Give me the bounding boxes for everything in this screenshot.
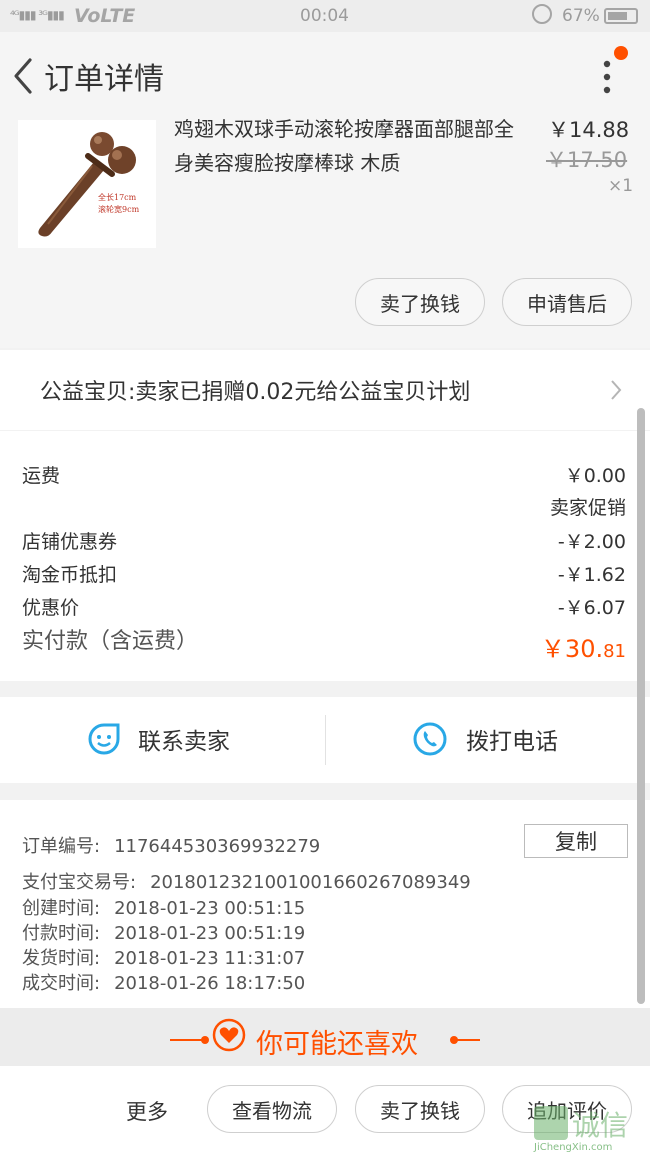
- fee-value: -￥2.00: [557, 531, 626, 553]
- alipay-number-row: 支付宝交易号: 2018012321001001660267089349: [22, 868, 471, 894]
- scrollbar[interactable]: [637, 408, 645, 1004]
- fee-row-shipping: 运费 ￥0.00: [22, 461, 626, 488]
- page-title: 订单详情: [44, 62, 164, 97]
- more-options-icon[interactable]: [596, 58, 618, 98]
- total-cents: 81: [603, 641, 626, 662]
- notification-dot: [614, 46, 628, 60]
- info-label: 成交时间:: [22, 973, 101, 994]
- fee-breakdown: 运费 ￥0.00 卖家促销 店铺优惠券 -￥2.00 淘金币抵扣 -￥1.62 …: [0, 431, 650, 681]
- fee-label: 运费: [22, 465, 61, 487]
- status-bar: ⁴ᴳ▮▮▮ ³ᴳ▮▮▮ VoLTE 00:04 67%: [0, 0, 650, 32]
- info-value: 2018-01-23 00:51:15: [114, 898, 306, 919]
- info-value: 117644530369932279: [114, 836, 321, 857]
- fee-label: 优惠价: [22, 597, 80, 619]
- rotation-lock-icon: [532, 4, 552, 24]
- more-button[interactable]: 更多: [126, 1096, 168, 1126]
- fee-label: 店铺优惠券: [22, 531, 118, 553]
- volte-indicator: VoLTE: [74, 5, 136, 27]
- fee-row-coins: 淘金币抵扣 -￥1.62: [22, 560, 626, 587]
- signal-icon: ⁴ᴳ▮▮▮ ³ᴳ▮▮▮: [10, 8, 65, 22]
- battery-fill: [608, 12, 627, 20]
- charity-text: 公益宝贝:卖家已捐赠0.02元给公益宝贝计划: [40, 380, 471, 405]
- product-quantity: ×1: [608, 176, 634, 196]
- decor-dot-left: [201, 1036, 209, 1044]
- product-name[interactable]: 鸡翅木双球手动滚轮按摩器面部腿部全身美容瘦脸按摩棒球 木质: [174, 118, 526, 180]
- thumb-caption-width: 滚轮宽9cm: [98, 204, 140, 214]
- completed-time-row: 成交时间: 2018-01-26 18:17:50: [22, 969, 305, 995]
- chat-face-icon: [88, 723, 120, 755]
- watermark-url: JiChengXin.com: [534, 1142, 613, 1153]
- paid-time-row: 付款时间: 2018-01-23 00:51:19: [22, 919, 305, 945]
- chevron-right-icon: [611, 380, 622, 400]
- contact-seller-label: 联系卖家: [138, 729, 230, 755]
- product-price: ￥14.88: [548, 118, 630, 142]
- product-card[interactable]: 全长17cm 滚轮宽9cm 鸡翅木双球手动滚轮按摩器面部腿部全身美容瘦脸按摩棒球…: [0, 118, 650, 348]
- phone-icon: [413, 722, 447, 756]
- copy-button[interactable]: 复制: [524, 824, 628, 858]
- info-label: 付款时间:: [22, 923, 101, 944]
- info-label: 创建时间:: [22, 898, 101, 919]
- recommend-header: 你可能还喜欢: [0, 1008, 650, 1066]
- info-label: 支付宝交易号:: [22, 872, 137, 893]
- order-number-row: 订单编号: 117644530369932279: [22, 832, 320, 858]
- created-time-row: 创建时间: 2018-01-23 00:51:15: [22, 894, 305, 920]
- fee-value: 卖家促销: [549, 497, 626, 519]
- site-watermark: 诚信 JiChengXin.com: [532, 1102, 650, 1155]
- contact-bar: 联系卖家 拨打电话: [0, 697, 650, 783]
- status-time: 00:04: [300, 6, 349, 26]
- decor-line-right: [452, 1039, 480, 1041]
- back-arrow-icon[interactable]: [8, 56, 38, 96]
- battery-icon: [604, 8, 638, 24]
- fee-value: -￥6.07: [557, 597, 626, 619]
- shipped-time-row: 发货时间: 2018-01-23 11:31:07: [22, 944, 305, 970]
- watermark-label: 诚信: [572, 1109, 629, 1142]
- view-logistics-button[interactable]: 查看物流: [207, 1085, 337, 1133]
- total-paid-label: 实付款（含运费）: [22, 629, 199, 654]
- apply-aftersale-button[interactable]: 申请售后: [502, 278, 632, 326]
- fee-value: ￥0.00: [564, 465, 626, 487]
- fee-label: 淘金币抵扣: [22, 564, 118, 586]
- massager-roller-image: 全长17cm 滚轮宽9cm: [18, 120, 156, 248]
- call-phone-button[interactable]: 拨打电话: [412, 719, 558, 759]
- nav-bar: 订单详情: [0, 32, 650, 118]
- sell-for-cash-bottom-button[interactable]: 卖了换钱: [355, 1085, 485, 1133]
- recommend-title: 你可能还喜欢: [256, 1029, 418, 1060]
- product-thumbnail[interactable]: 全长17cm 滚轮宽9cm: [18, 120, 156, 248]
- fee-row-coupon: 店铺优惠券 -￥2.00: [22, 527, 626, 554]
- info-value: 2018012321001001660267089349: [150, 872, 471, 893]
- total-main: ￥30.: [540, 635, 604, 663]
- total-paid-value: ￥30.81: [541, 629, 626, 664]
- info-value: 2018-01-23 11:31:07: [114, 948, 306, 969]
- sell-for-cash-button[interactable]: 卖了换钱: [355, 278, 485, 326]
- order-info: 订单编号: 117644530369932279 复制 支付宝交易号: 201801…: [0, 800, 650, 1008]
- contact-seller-button[interactable]: 联系卖家: [86, 719, 230, 759]
- heart-icon: [212, 1018, 246, 1052]
- call-phone-label: 拨打电话: [466, 729, 558, 755]
- battery-percent: 67%: [562, 6, 600, 26]
- info-label: 发货时间:: [22, 948, 101, 969]
- product-original-price: ￥17.50: [546, 148, 628, 172]
- thumb-caption-length: 全长17cm: [98, 192, 137, 202]
- contact-divider: [325, 715, 326, 765]
- fee-row-discount: 优惠价 -￥6.07: [22, 593, 626, 620]
- info-label: 订单编号:: [22, 836, 101, 857]
- watermark-logo: [534, 1106, 568, 1140]
- info-value: 2018-01-23 00:51:19: [114, 923, 306, 944]
- charity-row[interactable]: 公益宝贝:卖家已捐赠0.02元给公益宝贝计划: [0, 350, 650, 430]
- fee-value: -￥1.62: [557, 564, 626, 586]
- info-value: 2018-01-26 18:17:50: [114, 973, 306, 994]
